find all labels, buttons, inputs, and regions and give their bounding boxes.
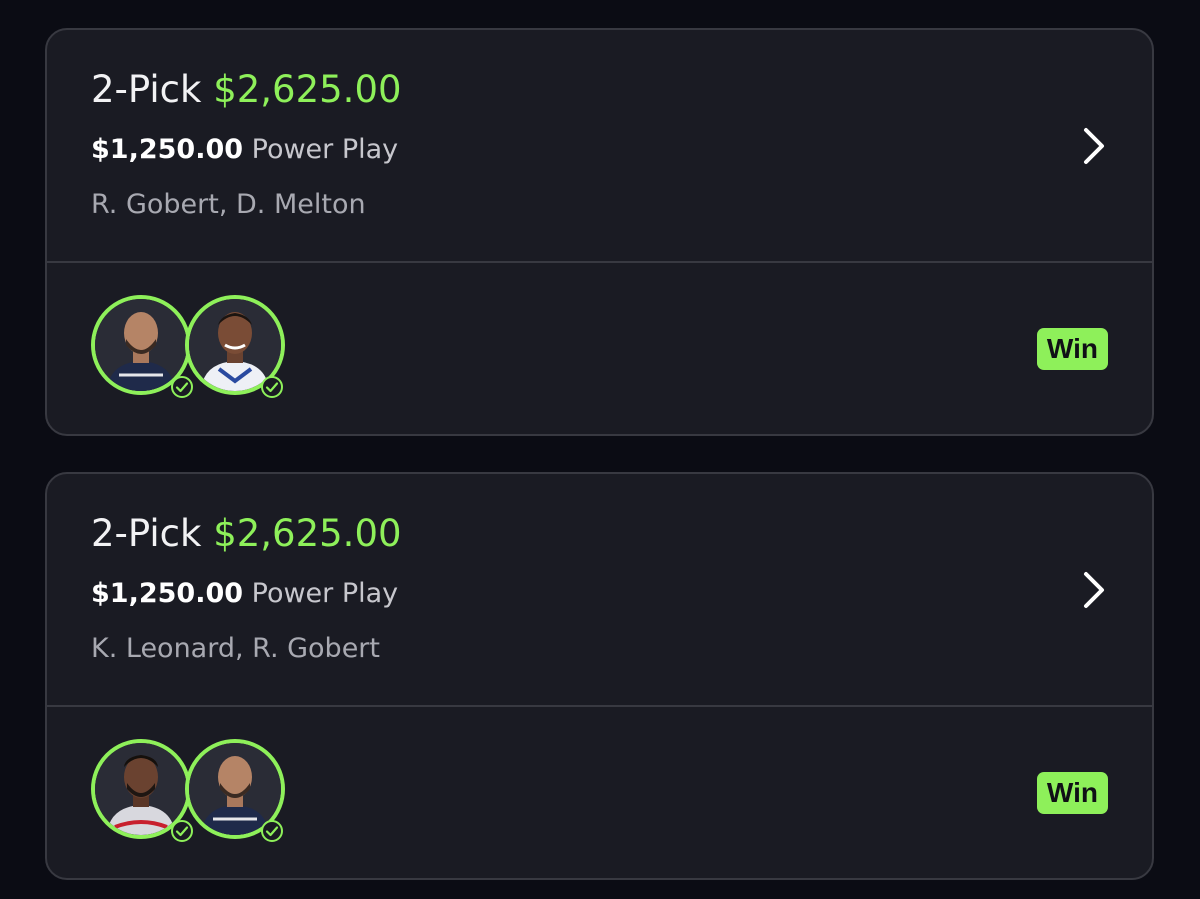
check-icon <box>171 820 193 842</box>
entry-title: 2-Pick $2,625.00 <box>91 512 402 556</box>
divider <box>47 261 1152 263</box>
entry-amount: $1,250.00 <box>91 134 244 165</box>
play-type: Power Play <box>251 134 399 165</box>
check-icon <box>261 820 283 842</box>
pick-count-label: 2-Pick <box>91 512 202 555</box>
entry-card[interactable]: 2-Pick $2,625.00 $1,250.00 Power Play R.… <box>45 28 1154 436</box>
entry-card[interactable]: 2-Pick $2,625.00 $1,250.00 Power Play K.… <box>45 472 1154 880</box>
play-type: Power Play <box>251 578 399 609</box>
chevron-right-icon[interactable] <box>1080 570 1108 610</box>
chevron-right-icon[interactable] <box>1080 126 1108 166</box>
pick-count-label: 2-Pick <box>91 68 202 111</box>
entry-details: $1,250.00 Power Play <box>91 577 398 611</box>
entry-amount: $1,250.00 <box>91 578 244 609</box>
payout-amount: $2,625.00 <box>213 512 402 555</box>
payout-amount: $2,625.00 <box>213 68 402 111</box>
entry-details: $1,250.00 Power Play <box>91 133 398 167</box>
divider <box>47 705 1152 707</box>
result-badge: Win <box>1036 772 1108 814</box>
entry-summary[interactable]: 2-Pick $2,625.00 $1,250.00 Power Play R.… <box>47 30 1152 261</box>
check-icon <box>261 376 283 398</box>
player-names: R. Gobert, D. Melton <box>91 189 366 220</box>
result-badge: Win <box>1036 328 1108 370</box>
check-icon <box>171 376 193 398</box>
entry-title: 2-Pick $2,625.00 <box>91 68 402 112</box>
player-names: K. Leonard, R. Gobert <box>91 633 380 664</box>
entry-summary[interactable]: 2-Pick $2,625.00 $1,250.00 Power Play K.… <box>47 474 1152 705</box>
